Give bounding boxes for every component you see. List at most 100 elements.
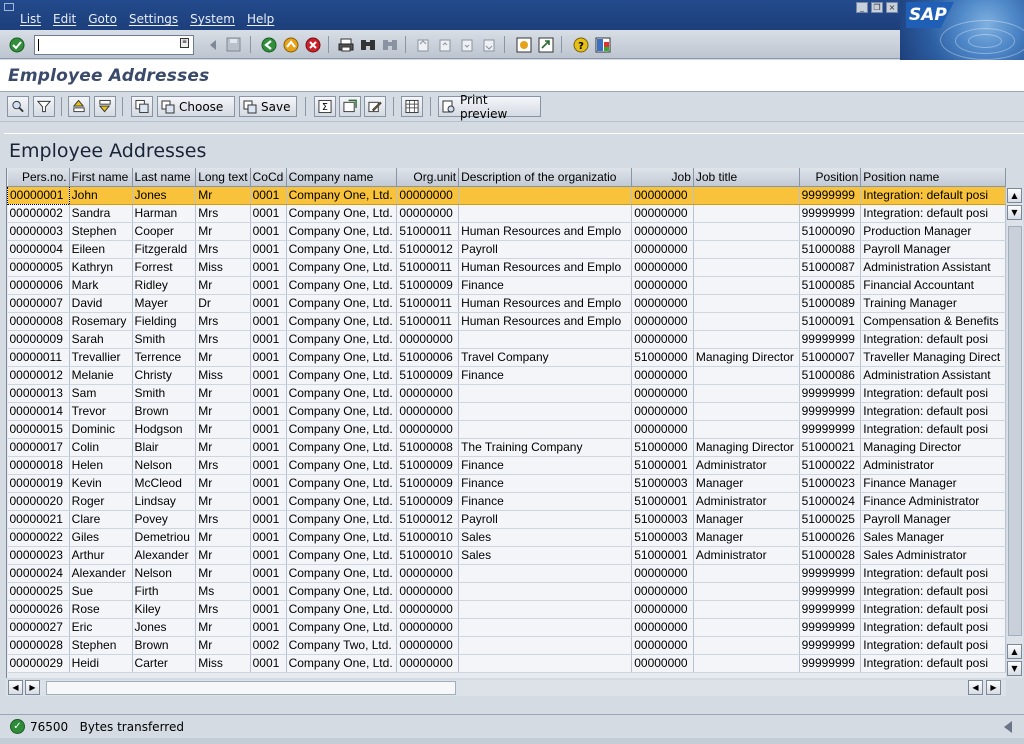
cell-pers-no[interactable]: 00000020 <box>7 492 70 511</box>
cell-first-name[interactable]: Clare <box>69 510 133 529</box>
cell-first-name[interactable]: John <box>69 186 133 205</box>
cell-org-unit[interactable]: 00000000 <box>396 636 460 655</box>
status-expand-icon[interactable] <box>1004 721 1012 733</box>
cell-job-title[interactable] <box>693 312 800 331</box>
cell-job-title[interactable] <box>693 618 800 637</box>
cell-company-name[interactable]: Company One, Ltd. <box>286 618 398 637</box>
scroll-page-down-icon[interactable]: ▼ <box>1007 661 1022 676</box>
table-row[interactable]: 00000002 Sandra Harman Mrs 0001 Company One, … <box>7 204 1006 223</box>
cell-position-name[interactable]: Integration: default posi <box>860 186 1006 205</box>
scroll-page-right-icon[interactable]: ▶ <box>986 680 1001 695</box>
cell-job-title[interactable] <box>693 420 800 439</box>
cell-last-name[interactable]: Hodgson <box>132 420 197 439</box>
cell-position[interactable]: 99999999 <box>799 564 862 583</box>
table-row[interactable]: 00000007 David Mayer Dr 0001 Company One, Ltd… <box>7 294 1006 313</box>
cell-job-title[interactable] <box>693 564 800 583</box>
menu-item-help[interactable]: Help <box>247 12 274 26</box>
back-icon[interactable] <box>260 36 277 53</box>
cell-cocd[interactable]: 0001 <box>250 240 287 259</box>
horizontal-scroll-thumb[interactable] <box>46 681 456 695</box>
cell-first-name[interactable]: Heidi <box>69 654 133 673</box>
minimize-icon[interactable]: _ <box>856 2 868 13</box>
cell-job[interactable]: 00000000 <box>631 186 694 205</box>
cell-org-unit[interactable]: 51000009 <box>396 456 460 475</box>
cell-cocd[interactable]: 0001 <box>250 186 287 205</box>
cell-long-text[interactable]: Mrs <box>195 204 251 223</box>
cell-last-name[interactable]: Blair <box>132 438 197 457</box>
cell-long-text[interactable]: Mr <box>195 438 251 457</box>
cell-org-unit[interactable]: 51000012 <box>396 240 460 259</box>
cell-position[interactable]: 99999999 <box>799 384 862 403</box>
cell-position-name[interactable]: Finance Administrator <box>860 492 1006 511</box>
cell-long-text[interactable]: Mr <box>195 546 251 565</box>
cell-company-name[interactable]: Company One, Ltd. <box>286 402 398 421</box>
cell-position[interactable]: 99999999 <box>799 600 862 619</box>
cell-last-name[interactable]: Jones <box>132 618 197 637</box>
spreadsheet-button[interactable] <box>401 96 423 117</box>
cell-cocd[interactable]: 0001 <box>250 384 287 403</box>
cell-long-text[interactable]: Mr <box>195 276 251 295</box>
cell-org-description[interactable] <box>458 582 633 601</box>
cell-company-name[interactable]: Company One, Ltd. <box>286 438 398 457</box>
cell-first-name[interactable]: Rosemary <box>69 312 133 331</box>
cell-first-name[interactable]: Sue <box>69 582 133 601</box>
cell-first-name[interactable]: Trevor <box>69 402 133 421</box>
help-icon[interactable]: ? <box>572 36 589 53</box>
cell-long-text[interactable]: Mrs <box>195 312 251 331</box>
cell-first-name[interactable]: Eileen <box>69 240 133 259</box>
cell-long-text[interactable]: Miss <box>195 366 251 385</box>
command-field[interactable] <box>34 35 194 55</box>
table-row[interactable]: 00000011 Trevallier Terrence Mr 0001 Company … <box>7 348 1006 367</box>
cell-pers-no[interactable]: 00000006 <box>7 276 70 295</box>
table-row[interactable]: 00000004 Eileen Fitzgerald Mrs 0001 Company O… <box>7 240 1006 259</box>
column-header-first-name[interactable]: First name <box>69 168 133 187</box>
cell-company-name[interactable]: Company One, Ltd. <box>286 240 398 259</box>
cell-first-name[interactable]: Melanie <box>69 366 133 385</box>
cell-long-text[interactable]: Mr <box>195 636 251 655</box>
cell-job-title[interactable]: Manager <box>693 474 800 493</box>
cell-org-description[interactable]: Human Resources and Emplo <box>458 222 633 241</box>
cell-org-description[interactable]: Finance <box>458 492 633 511</box>
vertical-scrollbar[interactable]: ▲ ▼ ▲ ▼ <box>1007 188 1023 678</box>
cell-position-name[interactable]: Integration: default posi <box>860 654 1006 673</box>
enter-check-icon[interactable] <box>8 36 25 53</box>
cell-company-name[interactable]: Company One, Ltd. <box>286 222 398 241</box>
cell-first-name[interactable]: Eric <box>69 618 133 637</box>
cell-last-name[interactable]: Smith <box>132 330 197 349</box>
cell-job-title[interactable] <box>693 330 800 349</box>
cell-position-name[interactable]: Finance Manager <box>860 474 1006 493</box>
cell-job-title[interactable] <box>693 276 800 295</box>
cell-pers-no[interactable]: 00000022 <box>7 528 70 547</box>
cell-long-text[interactable]: Mr <box>195 420 251 439</box>
cell-position[interactable]: 51000026 <box>799 528 862 547</box>
cell-org-unit[interactable]: 51000011 <box>396 222 460 241</box>
cell-first-name[interactable]: Kevin <box>69 474 133 493</box>
cell-first-name[interactable]: Arthur <box>69 546 133 565</box>
column-header-cocd[interactable]: CoCd <box>250 168 287 187</box>
choose-button[interactable]: Choose <box>157 96 235 117</box>
cell-company-name[interactable]: Company One, Ltd. <box>286 420 398 439</box>
scroll-right-small-icon[interactable]: ▶ <box>25 680 40 695</box>
cell-position[interactable]: 51000088 <box>799 240 862 259</box>
cell-long-text[interactable]: Mr <box>195 492 251 511</box>
cell-job[interactable]: 00000000 <box>631 222 694 241</box>
table-row[interactable]: 00000027 Eric Jones Mr 0001 Company One, Ltd.… <box>7 618 1006 637</box>
cell-job[interactable]: 51000001 <box>631 546 694 565</box>
cell-last-name[interactable]: Brown <box>132 636 197 655</box>
cell-last-name[interactable]: Lindsay <box>132 492 197 511</box>
change-layout-button[interactable] <box>364 96 386 117</box>
cell-first-name[interactable]: Stephen <box>69 222 133 241</box>
create-session-icon[interactable] <box>515 36 532 53</box>
cell-first-name[interactable]: Alexander <box>69 564 133 583</box>
cell-pers-no[interactable]: 00000013 <box>7 384 70 403</box>
cell-job-title[interactable] <box>693 240 800 259</box>
cell-org-unit[interactable]: 00000000 <box>396 420 460 439</box>
cell-last-name[interactable]: Firth <box>132 582 197 601</box>
cell-position[interactable]: 99999999 <box>799 204 862 223</box>
cell-org-description[interactable]: Finance <box>458 366 633 385</box>
cell-position[interactable]: 99999999 <box>799 186 862 205</box>
cell-org-unit[interactable]: 51000006 <box>396 348 460 367</box>
table-row[interactable]: 00000019 Kevin McCleod Mr 0001 Company One, L… <box>7 474 1006 493</box>
cell-position-name[interactable]: Production Manager <box>860 222 1006 241</box>
cell-position-name[interactable]: Payroll Manager <box>860 240 1006 259</box>
